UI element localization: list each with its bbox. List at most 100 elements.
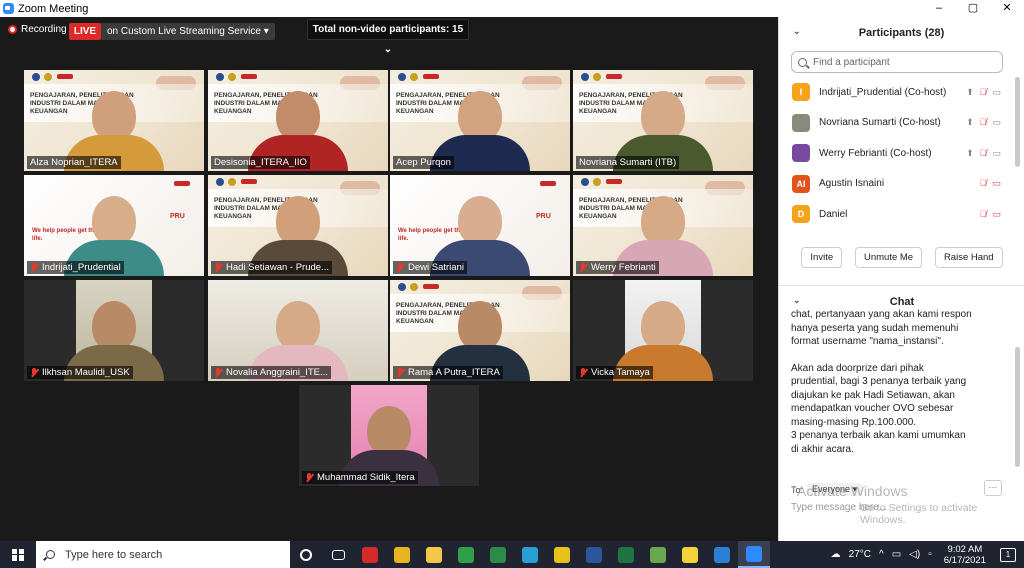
live-badge[interactable]: LIVE <box>69 23 101 40</box>
weather-temp[interactable]: 27°C <box>845 549 875 560</box>
system-tray: ☁ 27°C ^ ▭ ◁) ▫ 9:02 AM 6/17/2021 1 <box>827 541 1024 568</box>
chrome-icon[interactable] <box>386 541 418 568</box>
video-tile[interactable]: PENGAJARAN, PENELITIAN DAN INDUSTRI DALA… <box>24 70 204 171</box>
streaming-service-dropdown[interactable]: on Custom Live Streaming Service ▾ <box>101 23 275 40</box>
participant-name-label: Werry Febrianti <box>576 261 659 274</box>
mic-muted-icon[interactable]: 🎙̸ <box>980 209 987 220</box>
acrobat-icon[interactable] <box>354 541 386 568</box>
word-icon[interactable] <box>578 541 610 568</box>
video-tile[interactable]: Muhammad Sidik_Itera <box>299 385 479 486</box>
camera-icon[interactable]: ▭ <box>992 148 1001 159</box>
participant-row[interactable]: Werry Febrianti (Co-host) ⬆ 🎙̸ ▭ <box>779 138 1007 169</box>
mic-muted-icon[interactable]: 🎙̸ <box>980 87 987 98</box>
photos-icon[interactable] <box>706 541 738 568</box>
video-tile[interactable]: PENGAJARAN, PENELITIAN DAN INDUSTRI DALA… <box>390 70 570 171</box>
participants-scrollbar[interactable] <box>1015 77 1020 167</box>
participant-row[interactable]: D Daniel 🎙̸ ▭ <box>779 199 1007 230</box>
participant-name: Rama A Putra_ITERA <box>408 367 500 378</box>
participant-name-label: Muhammad Sidik_Itera <box>302 471 418 484</box>
avatar: D <box>792 205 810 224</box>
video-tile[interactable]: Ilkhsan Maulidi_USK <box>24 280 204 381</box>
mic-muted-icon <box>579 262 588 273</box>
chat-title: Chat <box>889 295 915 308</box>
notification-icon[interactable]: 1 <box>1000 547 1016 562</box>
sheets-icon[interactable] <box>450 541 482 568</box>
clock-date: 6/17/2021 <box>943 554 986 566</box>
excel-icon[interactable] <box>610 541 642 568</box>
zoom-window: Zoom Meeting – ▢ ✕ Recording LIVE on Cus… <box>0 0 1024 568</box>
raise-hand-button[interactable]: Raise Hand <box>934 247 1003 268</box>
ime-icon[interactable]: ▫ <box>924 549 936 560</box>
camera-icon[interactable]: ▭ <box>992 117 1001 128</box>
collapse-chevron-icon[interactable]: ⌄ <box>793 295 801 306</box>
file-explorer-icon[interactable] <box>418 541 450 568</box>
mic-muted-icon <box>30 262 39 273</box>
participant-row[interactable]: AI Agustin Isnaini 🎙̸ ▭ <box>779 169 1007 200</box>
sticky-icon[interactable] <box>674 541 706 568</box>
participant-row[interactable]: I Indrijati_Prudential (Co-host) ⬆ 🎙̸ ▭ <box>779 77 1007 108</box>
video-tile[interactable]: PENGAJARAN, PENELITIAN DAN INDUSTRI DALA… <box>390 280 570 381</box>
mic-muted-icon <box>579 367 588 378</box>
unmute-me-button[interactable]: Unmute Me <box>854 247 923 268</box>
camera-off-icon[interactable]: ▭ <box>992 178 1001 189</box>
chat-more-button[interactable]: ··· <box>984 480 1002 496</box>
mic-muted-icon <box>214 367 223 378</box>
video-tile[interactable]: We help people get the most out of life.… <box>390 175 570 276</box>
close-button[interactable]: ✕ <box>990 0 1024 17</box>
participant-search-input[interactable]: Find a participant <box>791 51 1003 73</box>
participant-name: Alza Noprian_ITERA <box>30 157 118 168</box>
chat-recipient: To: Everyone ▾ <box>791 483 863 496</box>
participant-name: Acep Purqon <box>396 157 451 168</box>
mic-muted-icon <box>305 472 314 483</box>
task-view-icon[interactable] <box>322 541 354 568</box>
video-tile[interactable]: PENGAJARAN, PENELITIAN DAN INDUSTRI DALA… <box>208 175 388 276</box>
video-tile[interactable]: PENGAJARAN, PENELITIAN DAN INDUSTRI DALA… <box>573 70 753 171</box>
invite-button[interactable]: Invite <box>801 247 843 268</box>
video-tile[interactable]: PENGAJARAN, PENELITIAN DAN INDUSTRI DALA… <box>573 175 753 276</box>
participant-name-label: Rama A Putra_ITERA <box>393 366 503 379</box>
video-tile[interactable]: Vicka Tamaya <box>573 280 753 381</box>
participant-name-label: Vicka Tamaya <box>576 366 653 379</box>
mic-muted-icon[interactable]: 🎙̸ <box>980 148 987 159</box>
mic-muted-icon <box>396 367 405 378</box>
collapse-chevron-icon[interactable]: ⌄ <box>793 26 801 37</box>
taskbar-search-box[interactable]: Type here to search <box>36 541 290 568</box>
participants-header: ⌄ Participants (28) <box>779 17 1024 49</box>
media-icon[interactable] <box>546 541 578 568</box>
mic-muted-icon[interactable]: 🎙̸ <box>980 117 987 128</box>
video-tile[interactable]: PENGAJARAN, PENELITIAN DAN INDUSTRI DALA… <box>208 70 388 171</box>
paint-icon[interactable] <box>642 541 674 568</box>
video-tile[interactable]: We help people get the most out of life.… <box>24 175 204 276</box>
chevron-up-icon[interactable]: ^ <box>875 549 888 560</box>
chat-scrollbar[interactable] <box>1015 347 1020 467</box>
weather-icon[interactable]: ☁ <box>827 549 845 560</box>
network-icon[interactable]: ▭ <box>888 549 905 560</box>
video-tile[interactable]: Novalia Anggraini_ITE... <box>208 280 388 381</box>
participant-name: Dewi Satriani <box>408 262 464 273</box>
taskbar-search-placeholder: Type here to search <box>65 548 163 561</box>
avatar: I <box>792 83 810 102</box>
non-video-participants-toggle[interactable]: Total non-video participants: 15 ⌄ <box>307 19 469 55</box>
edge-icon[interactable] <box>514 541 546 568</box>
start-button[interactable] <box>0 541 36 568</box>
recording-indicator[interactable]: Recording <box>8 24 67 35</box>
mic-muted-icon <box>214 262 223 273</box>
cortana-icon[interactable] <box>290 541 322 568</box>
forward-icon[interactable] <box>482 541 514 568</box>
volume-icon[interactable]: ◁) <box>905 549 924 560</box>
camera-icon[interactable]: ▭ <box>992 87 1001 98</box>
window-title: Zoom Meeting <box>18 2 89 15</box>
participant-name-label: Hadi Setiawan - Prude... <box>211 261 332 274</box>
recipient-dropdown[interactable]: Everyone ▾ <box>807 483 863 496</box>
title-bar: Zoom Meeting – ▢ ✕ <box>0 0 1024 17</box>
chat-message-input[interactable]: Type message here... <box>791 502 887 513</box>
camera-off-icon[interactable]: ▭ <box>992 209 1001 220</box>
mic-muted-icon[interactable]: 🎙̸ <box>980 178 987 189</box>
maximize-button[interactable]: ▢ <box>956 0 990 17</box>
zoom-icon[interactable] <box>738 541 770 568</box>
minimize-button[interactable]: – <box>922 0 956 17</box>
participant-name-label: Desisonia_ITERA_IIO <box>211 156 310 169</box>
participant-row[interactable]: Novriana Sumarti (Co-host) ⬆ 🎙̸ ▭ <box>779 108 1007 139</box>
mic-muted-icon <box>30 367 39 378</box>
taskbar-clock[interactable]: 9:02 AM 6/17/2021 <box>936 544 994 566</box>
